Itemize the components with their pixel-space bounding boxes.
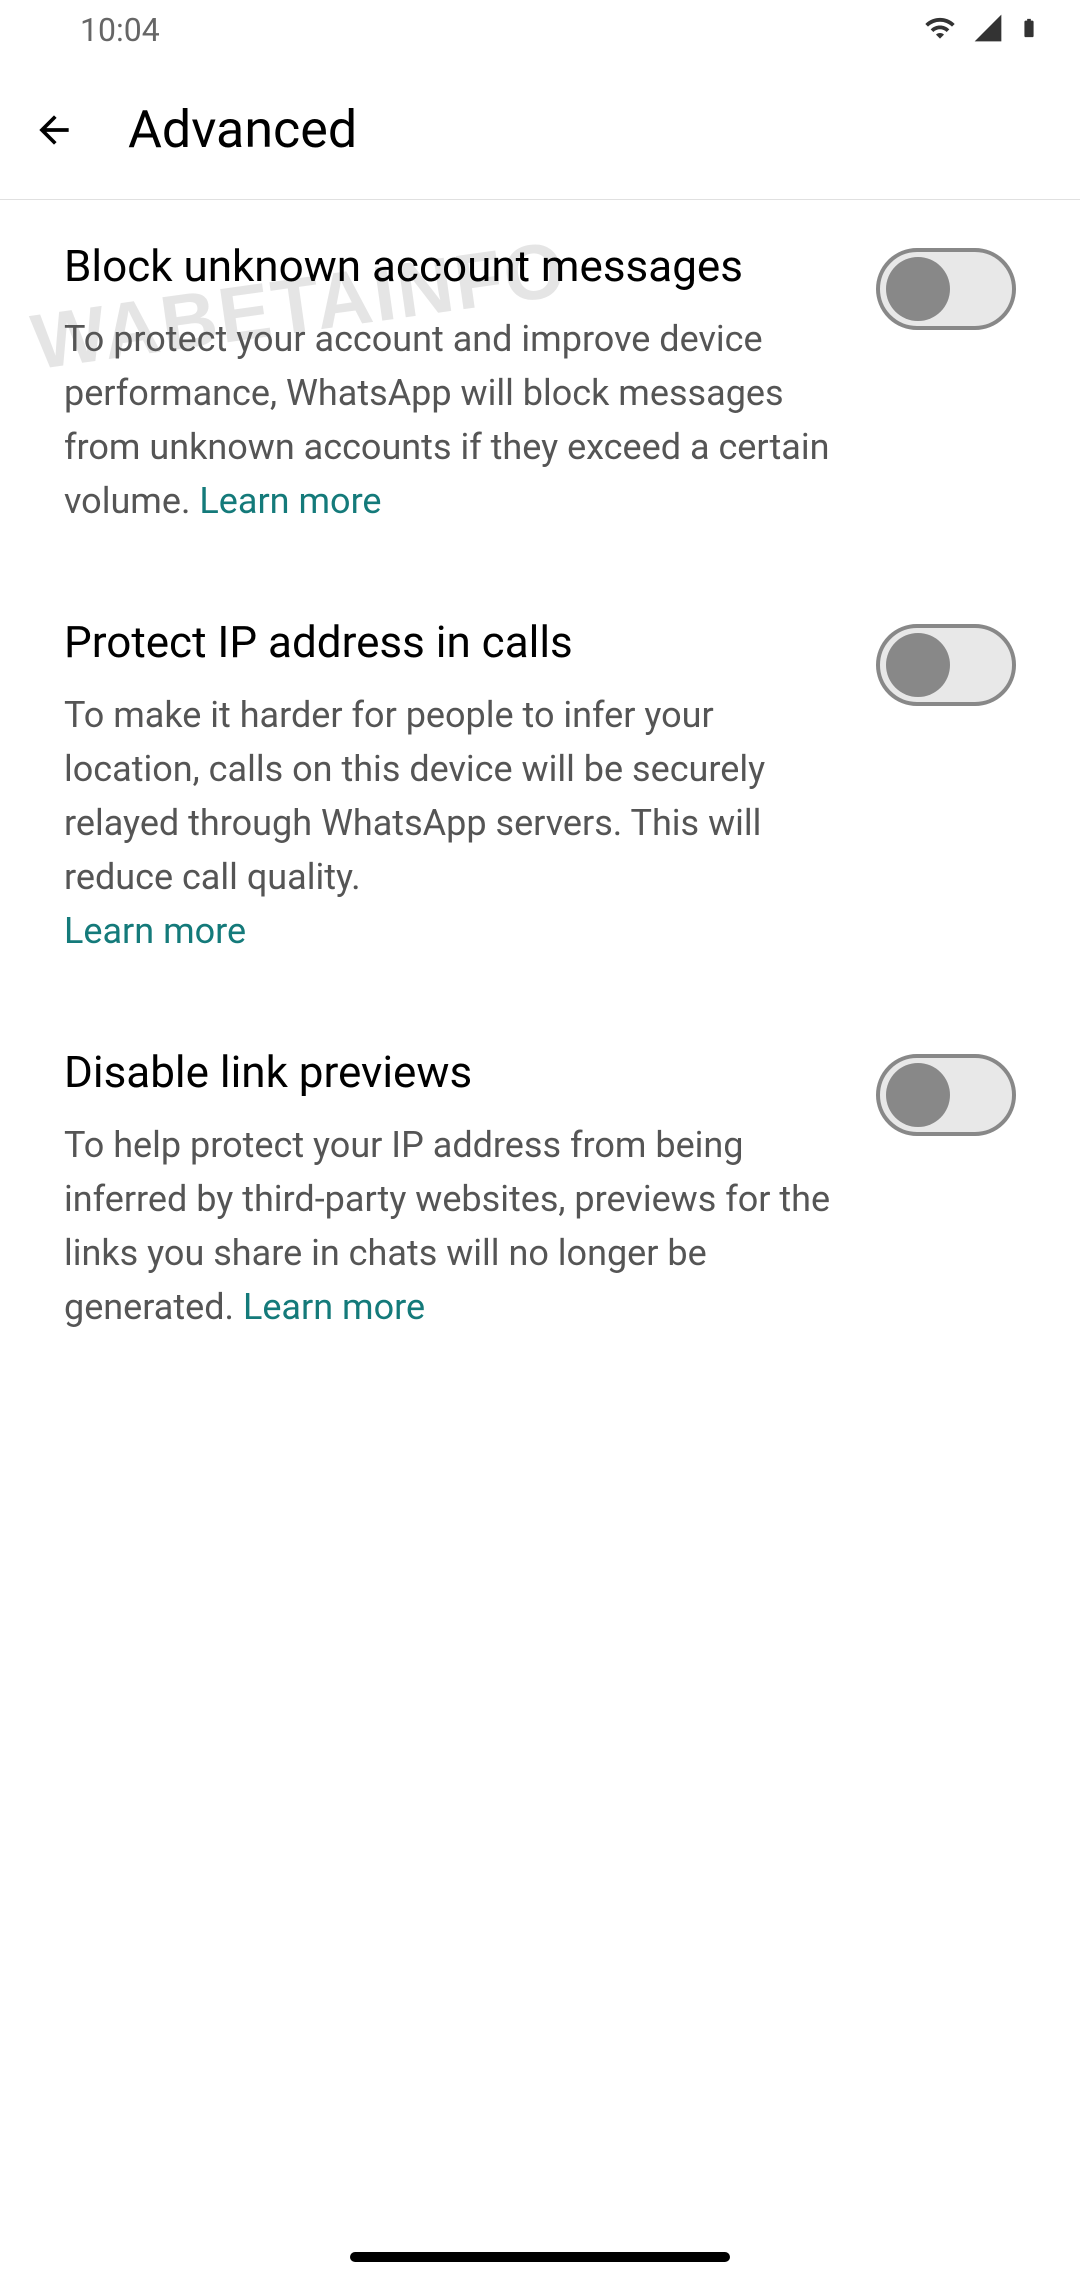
setting-description: To make it harder for people to infer yo… bbox=[64, 688, 836, 958]
battery-icon bbox=[1018, 10, 1040, 50]
setting-block-unknown[interactable]: Block unknown account messages To protec… bbox=[0, 200, 1080, 576]
setting-text: Block unknown account messages To protec… bbox=[64, 240, 876, 528]
signal-icon bbox=[970, 12, 1006, 48]
learn-more-link[interactable]: Learn more bbox=[64, 910, 246, 952]
setting-description: To help protect your IP address from bei… bbox=[64, 1118, 836, 1334]
setting-title: Protect IP address in calls bbox=[64, 616, 836, 668]
settings-list: Block unknown account messages To protec… bbox=[0, 200, 1080, 1382]
setting-disable-link-previews[interactable]: Disable link previews To help protect yo… bbox=[0, 1006, 1080, 1382]
setting-description: To protect your account and improve devi… bbox=[64, 312, 836, 528]
toggle-knob bbox=[886, 257, 950, 321]
toggle-knob bbox=[886, 1063, 950, 1127]
setting-protect-ip[interactable]: Protect IP address in calls To make it h… bbox=[0, 576, 1080, 1006]
status-time: 10:04 bbox=[80, 11, 160, 49]
back-button[interactable] bbox=[30, 106, 78, 154]
learn-more-link[interactable]: Learn more bbox=[199, 480, 381, 522]
toggle-protect-ip[interactable] bbox=[876, 624, 1016, 706]
status-bar: 10:04 bbox=[0, 0, 1080, 60]
toggle-block-unknown[interactable] bbox=[876, 248, 1016, 330]
setting-text: Protect IP address in calls To make it h… bbox=[64, 616, 876, 958]
app-bar: Advanced bbox=[0, 60, 1080, 200]
setting-title: Disable link previews bbox=[64, 1046, 836, 1098]
status-icons bbox=[922, 10, 1040, 50]
toggle-disable-link-previews[interactable] bbox=[876, 1054, 1016, 1136]
arrow-back-icon bbox=[32, 108, 76, 152]
home-indicator[interactable] bbox=[350, 2252, 730, 2262]
setting-text: Disable link previews To help protect yo… bbox=[64, 1046, 876, 1334]
toggle-knob bbox=[886, 633, 950, 697]
learn-more-link[interactable]: Learn more bbox=[243, 1286, 425, 1328]
page-title: Advanced bbox=[128, 99, 357, 160]
wifi-icon bbox=[922, 12, 958, 48]
setting-title: Block unknown account messages bbox=[64, 240, 836, 292]
